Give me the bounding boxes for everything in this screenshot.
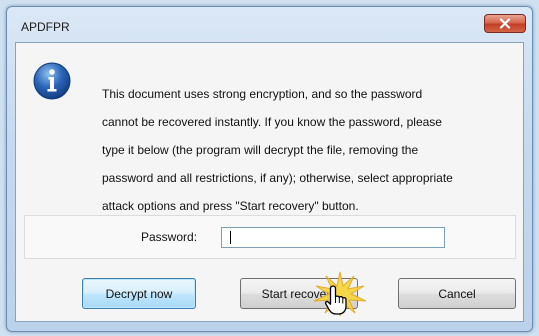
message-line: cannot be recovered instantly. If you kn… (102, 115, 442, 129)
info-icon (33, 62, 71, 100)
close-button[interactable] (484, 14, 526, 33)
dialog-window: APDFPR This document uses strong encrypt… (6, 6, 533, 332)
message-line: attack options and press "Start recovery… (102, 199, 359, 213)
window-title: APDFPR (21, 20, 70, 34)
message-line: type it below (the program will decrypt … (102, 143, 419, 157)
cancel-button[interactable]: Cancel (398, 278, 516, 309)
dialog-content: This document uses strong encryption, an… (15, 42, 524, 322)
message-line: password and all restrictions, if any); … (102, 171, 453, 185)
password-input[interactable] (221, 227, 445, 248)
decrypt-now-button[interactable]: Decrypt now (82, 278, 196, 309)
password-label: Password: (141, 230, 198, 244)
message-line: This document uses strong encryption, an… (102, 87, 423, 101)
hand-pointer-icon (324, 285, 347, 315)
text-caret (230, 231, 231, 244)
password-panel: Password: (24, 215, 516, 259)
encryption-message: This document uses strong encryption, an… (102, 73, 512, 227)
close-icon (499, 18, 511, 29)
title-bar[interactable]: APDFPR (7, 7, 532, 43)
